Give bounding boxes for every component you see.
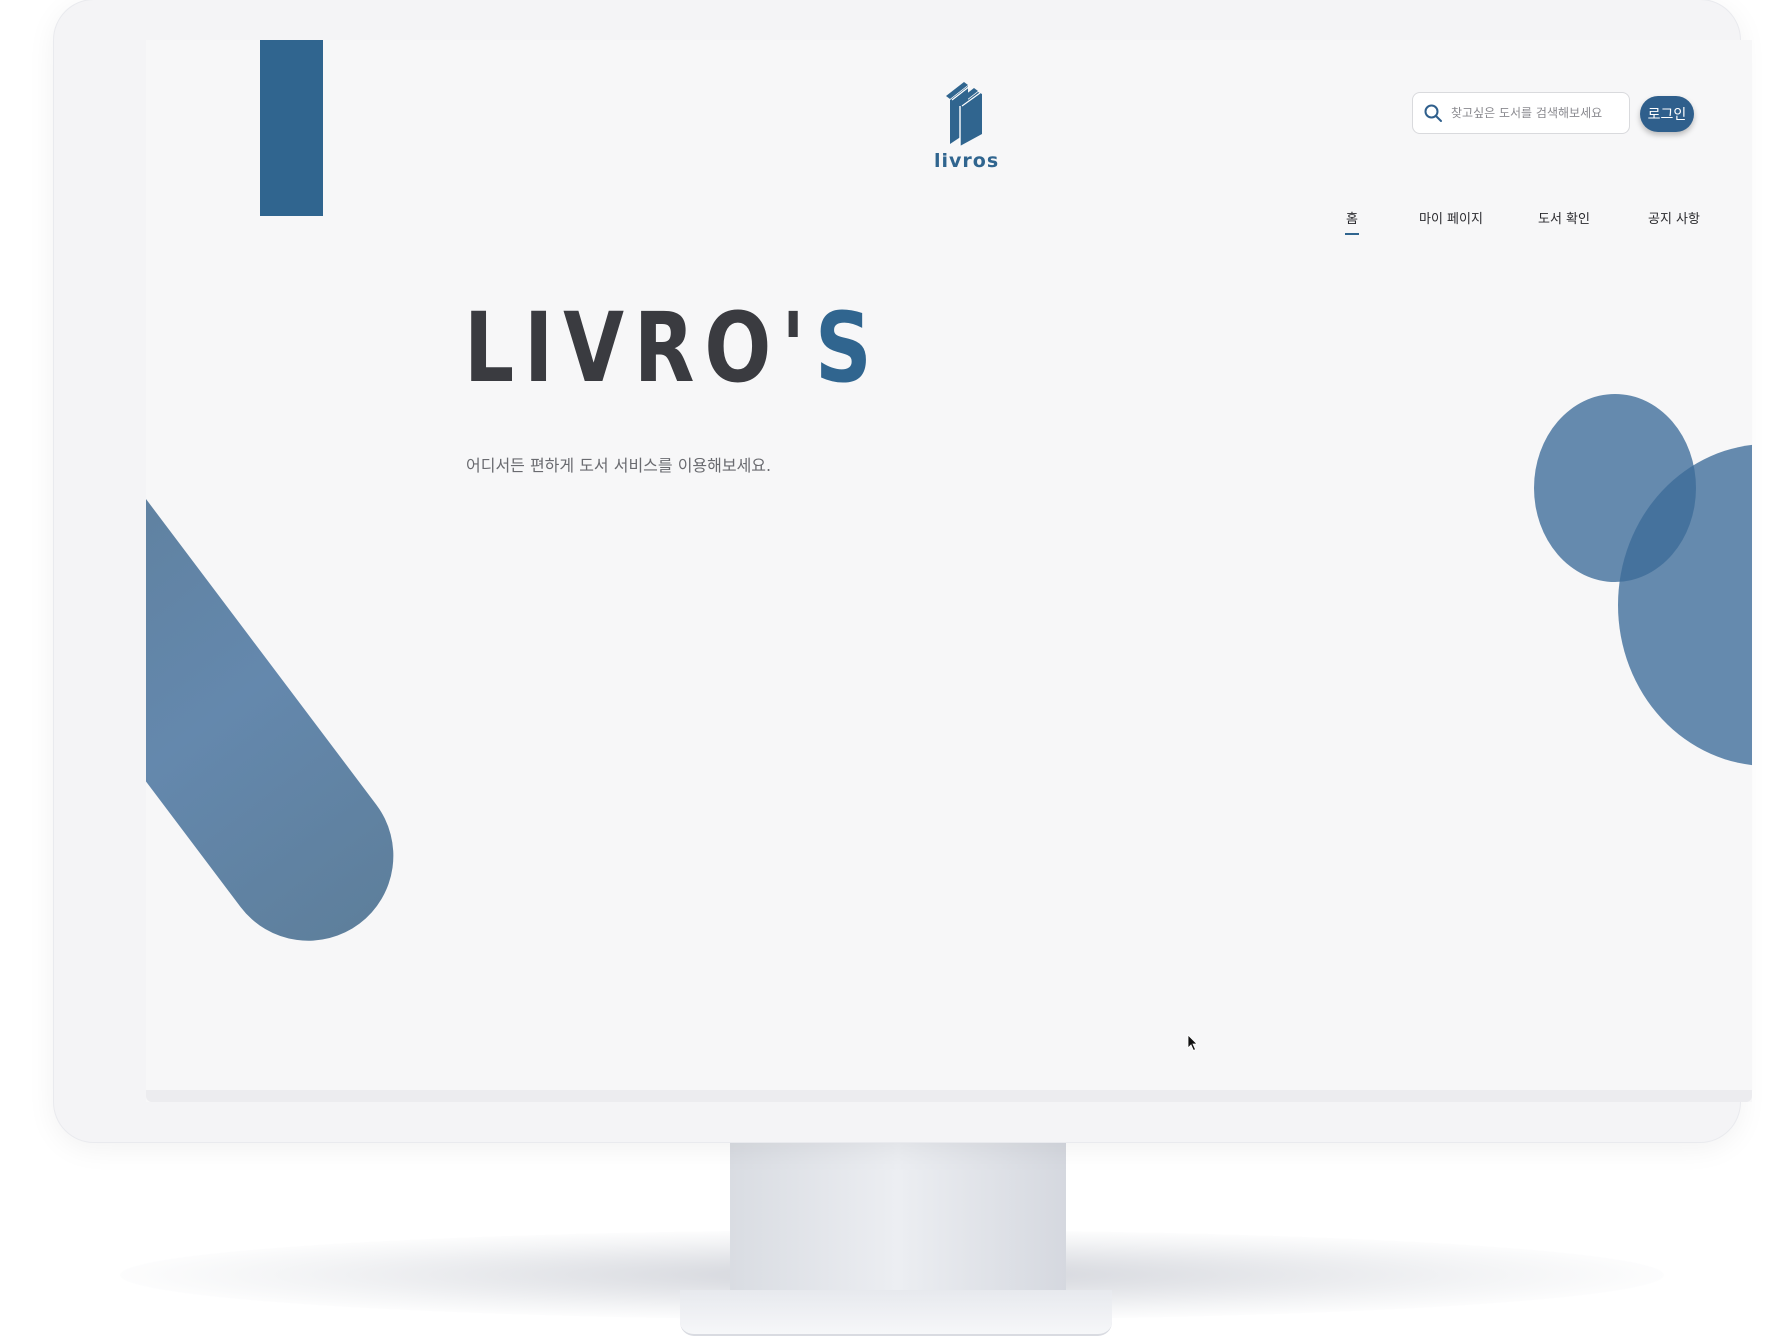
- search-input[interactable]: [1449, 105, 1623, 121]
- books-icon: [946, 82, 982, 146]
- site-logo[interactable]: livros: [934, 76, 1000, 176]
- logo-text: livros: [934, 150, 1000, 172]
- decorative-pill-shape: [146, 425, 428, 975]
- hero-subtitle: 어디서든 편하게 도서 서비스를 이용해보세요.: [466, 456, 772, 475]
- nav-item-my-page[interactable]: 마이 페이지: [1419, 208, 1483, 227]
- monitor-frame: livros 로그인 홈 마이 페이지 도서 확인 공지 사항 LIVRO'S …: [54, 0, 1752, 1142]
- hero-title-accent: S: [815, 292, 882, 404]
- nav-item-home[interactable]: 홈: [1345, 208, 1359, 235]
- search-box[interactable]: [1412, 92, 1630, 134]
- mouse-pointer-icon: [1187, 1034, 1198, 1052]
- screen: livros 로그인 홈 마이 페이지 도서 확인 공지 사항 LIVRO'S …: [146, 40, 1752, 1102]
- monitor-stand-base: [680, 1290, 1112, 1336]
- decorative-rectangle: [260, 40, 323, 216]
- hero-title: LIVRO'S: [464, 296, 882, 400]
- search-icon: [1424, 104, 1442, 122]
- nav-item-book-check[interactable]: 도서 확인: [1538, 208, 1590, 227]
- monitor-stand-neck: [730, 1140, 1066, 1310]
- nav-item-notice[interactable]: 공지 사항: [1648, 208, 1700, 227]
- login-button[interactable]: 로그인: [1640, 96, 1694, 132]
- hero-title-main: LIVRO': [464, 292, 816, 404]
- screen-bottom-bar: [146, 1090, 1752, 1102]
